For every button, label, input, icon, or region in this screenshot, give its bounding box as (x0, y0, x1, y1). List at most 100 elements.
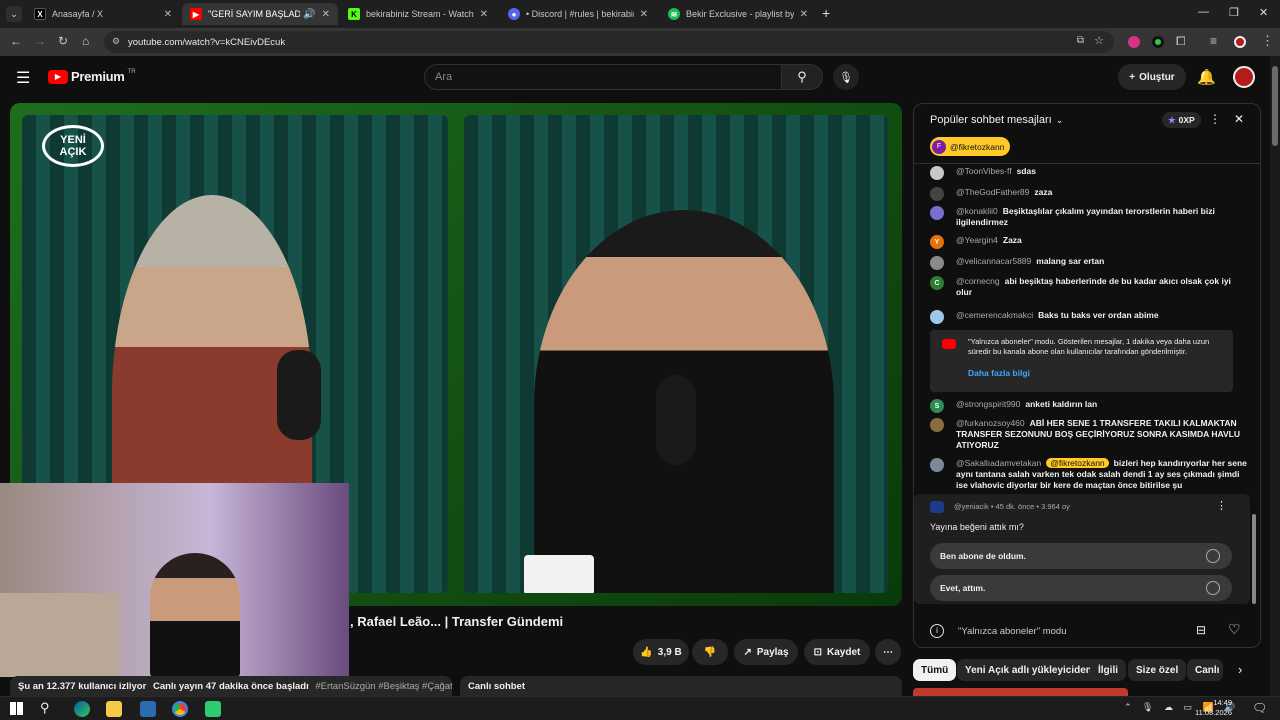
install-app-icon[interactable]: ⧉ (1077, 35, 1084, 46)
chip-live[interactable]: Canlı (1187, 659, 1223, 681)
info-icon[interactable]: i (930, 624, 944, 638)
user-avatar[interactable] (930, 310, 944, 324)
edge-icon[interactable] (74, 701, 90, 717)
browser-tab-discord[interactable]: ● • Discord | #rules | bekirabiniz ✕ (500, 3, 656, 25)
extension-icon[interactable] (1128, 36, 1140, 48)
notification-center-icon[interactable]: 🗨 (1252, 701, 1267, 715)
user-avatar[interactable]: Y (930, 235, 944, 249)
webcam-overlay (0, 483, 349, 677)
app-icon[interactable] (205, 701, 221, 717)
message-username[interactable]: @cornecng (956, 276, 1000, 286)
message-username[interactable]: @strongspirit990 (956, 399, 1020, 409)
search-button[interactable]: ⚲ (781, 64, 823, 90)
account-avatar[interactable] (1233, 66, 1255, 88)
browser-tab-kick[interactable]: K bekirabiniz Stream - Watch Live ✕ (340, 3, 496, 25)
message-username[interactable]: @velicannacar5889 (956, 256, 1031, 266)
browser-tab-spotify[interactable]: ≋ Bekir Exclusive - playlist by Bek ✕ (660, 3, 816, 25)
back-icon[interactable]: ← (10, 34, 22, 48)
poll-more-icon[interactable]: ⋮ (1216, 499, 1227, 512)
pinned-user-chip[interactable]: F @fikretozkann (930, 137, 1011, 156)
browser-tab-x[interactable]: X Anasayfa / X ✕ (26, 3, 180, 25)
app-icon[interactable] (140, 701, 156, 717)
user-avatar[interactable]: C (930, 276, 944, 290)
hamburger-menu-icon[interactable]: ☰ (16, 68, 30, 88)
address-bar[interactable]: ⚙ youtube.com/watch?v=kCNEivDEcuk ⧉ ☆ (104, 31, 1114, 53)
home-icon[interactable]: ⌂ (82, 34, 89, 48)
message-username[interactable]: @ToonVibes-ff (956, 166, 1012, 176)
dislike-button[interactable]: 👎 (692, 639, 728, 665)
chrome-icon[interactable] (172, 701, 188, 717)
page-scrollbar[interactable] (1270, 56, 1280, 696)
message-username[interactable]: @konaklii0 (956, 206, 998, 216)
restore-icon[interactable]: ❐ (1229, 6, 1239, 19)
minimize-icon[interactable]: — (1198, 6, 1209, 18)
chip-all[interactable]: Tümü (913, 659, 957, 681)
user-avatar[interactable] (930, 418, 944, 432)
reading-list-icon[interactable]: ≡ (1210, 34, 1217, 48)
user-avatar[interactable] (930, 256, 944, 270)
chevron-right-icon[interactable]: › (1238, 662, 1242, 677)
close-tab-icon[interactable]: ✕ (164, 9, 172, 20)
tab-title: Anasayfa / X (52, 9, 104, 19)
more-actions-button[interactable]: ⋯ (875, 639, 901, 665)
search-input[interactable]: Ara (424, 64, 782, 90)
close-tab-icon[interactable]: ✕ (640, 9, 648, 20)
hashtags[interactable]: #ErtanSüzgün #Beşiktaş #ÇağatayS (315, 681, 452, 692)
save-button[interactable]: ⊡ Kaydet (804, 639, 870, 665)
speaker-icon[interactable]: 🔊 (303, 9, 315, 20)
file-explorer-icon[interactable] (106, 701, 122, 717)
youtube-premium-logo[interactable]: ▶ Premium TR (48, 69, 136, 84)
tab-search-icon[interactable]: ⌄ (6, 6, 22, 22)
chat-more-icon[interactable]: ⋮ (1209, 112, 1221, 126)
close-chat-icon[interactable]: ✕ (1234, 112, 1244, 126)
recommended-thumbnail[interactable] (913, 688, 1128, 696)
user-avatar[interactable] (930, 458, 944, 472)
browser-menu-icon[interactable]: ⋮ (1261, 33, 1274, 49)
chip-from-uploader[interactable]: Yeni Açık adlı yükleyiciden (957, 659, 1100, 681)
poll-option[interactable]: Ben abone de oldum. (930, 543, 1232, 569)
heart-icon[interactable]: ♡ (1228, 621, 1241, 638)
chat-mode-dropdown[interactable]: Popüler sohbet mesajları ⌄ (930, 114, 1063, 126)
chip-for-you[interactable]: Size özel (1128, 659, 1187, 681)
bookmark-star-icon[interactable]: ☆ (1094, 34, 1104, 47)
create-button[interactable]: + Oluştur (1118, 64, 1186, 90)
search-icon[interactable]: ⚲ (40, 700, 50, 716)
clock[interactable]: 14:49 11.08.2026 (1195, 698, 1232, 718)
reload-icon[interactable]: ↻ (58, 34, 68, 48)
browser-tab-youtube[interactable]: ▶ "GERİ SAYIM BAŞLADI!" Du 🔊 ✕ (182, 3, 338, 25)
chat-scrollbar[interactable] (1252, 514, 1256, 604)
close-tab-icon[interactable]: ✕ (480, 9, 488, 20)
notifications-bell-icon[interactable]: 🔔 (1197, 68, 1216, 86)
close-window-icon[interactable]: ✕ (1259, 6, 1268, 19)
user-avatar[interactable] (930, 187, 944, 201)
windows-start-icon[interactable] (10, 702, 23, 715)
message-username[interactable]: @TheGodFather89 (956, 187, 1029, 197)
points-badge[interactable]: ★ 0XP (1162, 112, 1201, 128)
message-username[interactable]: @Sakallıadamvetakan (956, 458, 1041, 468)
message-username[interactable]: @cemerencakmakci (956, 310, 1033, 320)
user-avatar[interactable] (930, 166, 944, 180)
user-avatar[interactable] (930, 206, 944, 220)
like-button[interactable]: 👍 3,9 B (633, 639, 689, 665)
youtube-header: ☰ ▶ Premium TR Ara ⚲ 🎙 + Oluştur 🔔 (0, 56, 1270, 100)
site-info-icon[interactable]: ⚙ (112, 36, 120, 47)
profile-avatar[interactable] (1234, 36, 1246, 48)
scrollbar-thumb[interactable] (1272, 66, 1278, 146)
extensions-puzzle-icon[interactable]: ⧠ (1176, 34, 1186, 49)
super-chat-icon[interactable]: ⊟ (1196, 623, 1206, 637)
more-info-link[interactable]: Daha fazla bilgi (968, 368, 1030, 378)
close-tab-icon[interactable]: ✕ (800, 9, 808, 20)
video-description-snippet[interactable]: Şu an 12.377 kullanıcı izliyor Canlı yay… (10, 676, 452, 696)
forward-icon[interactable]: → (34, 34, 46, 48)
message-username[interactable]: @furkanozsoy460 (956, 418, 1025, 428)
mention-chip[interactable]: @fikretozkann (1046, 458, 1109, 468)
share-button[interactable]: ↗ Paylaş (734, 639, 798, 665)
close-tab-icon[interactable]: ✕ (322, 9, 330, 20)
user-avatar[interactable]: S (930, 399, 944, 413)
new-tab-button[interactable]: + (822, 5, 830, 21)
voice-search-button[interactable]: 🎙 (833, 64, 859, 90)
extension-icon[interactable] (1152, 36, 1164, 48)
poll-option[interactable]: Evet, attım. (930, 575, 1232, 601)
message-username[interactable]: @Yeargin4 (956, 235, 998, 245)
chip-related[interactable]: İlgili (1090, 659, 1126, 681)
